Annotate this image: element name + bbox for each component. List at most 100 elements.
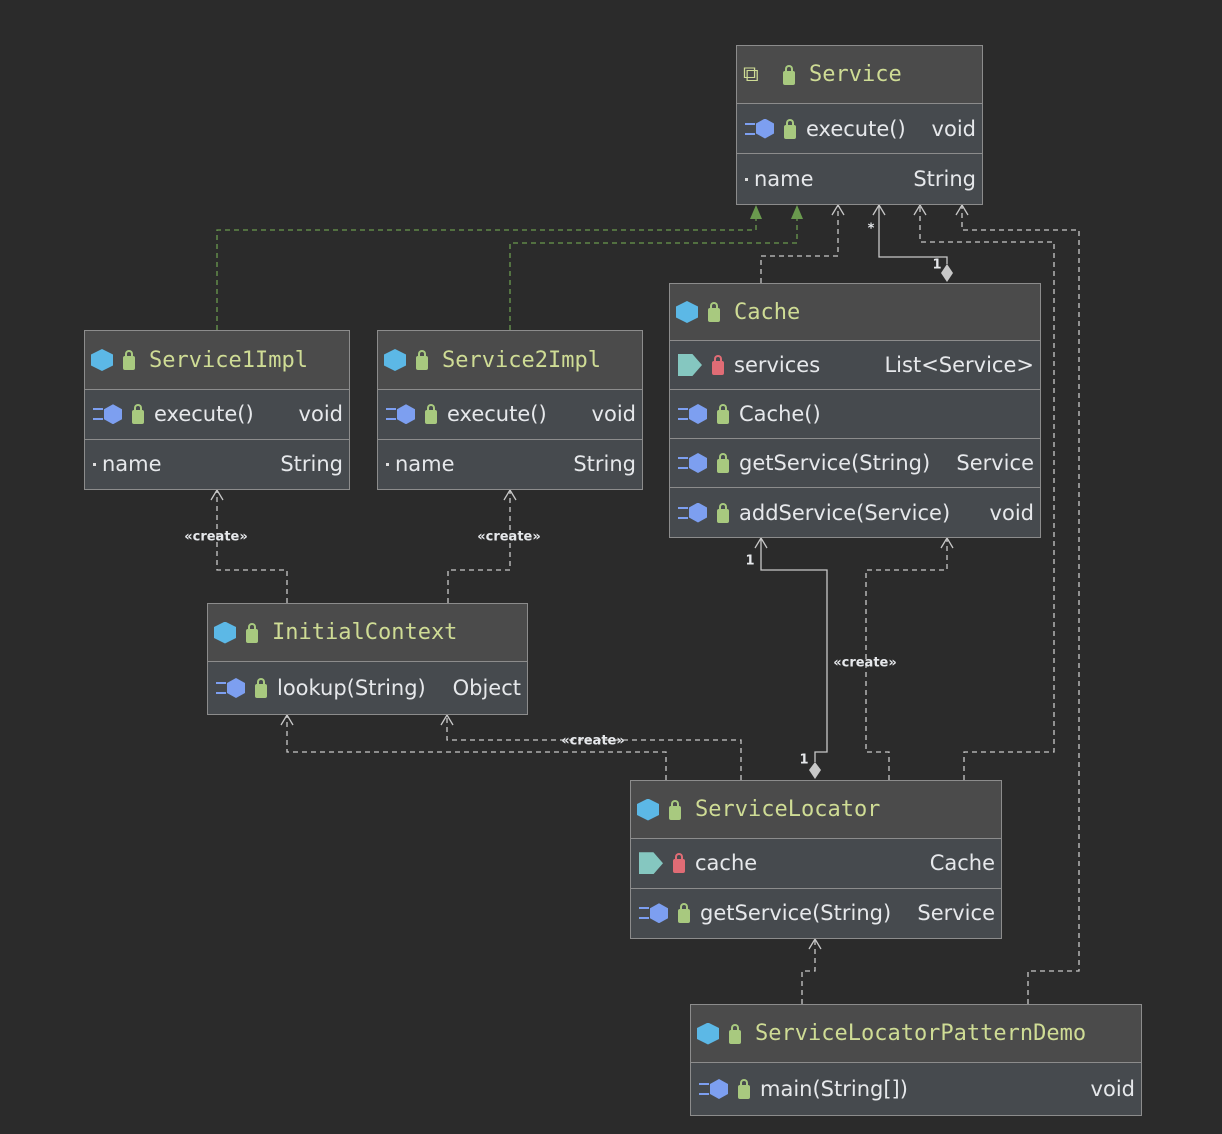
- lock-icon: [132, 404, 144, 425]
- method-icon: [689, 404, 707, 424]
- member-type: String: [280, 452, 343, 477]
- member-type: List<Service>: [884, 353, 1034, 377]
- member-name: name: [754, 167, 814, 191]
- member-name: cache: [695, 851, 758, 876]
- lock-icon: [425, 404, 437, 425]
- class-icon: [676, 301, 698, 323]
- multiplicity-label: 1: [799, 752, 809, 768]
- member-row[interactable]: lookup(String) Object: [208, 662, 527, 714]
- composition-diamond: [809, 762, 821, 779]
- lock-icon: [783, 64, 795, 85]
- class-title: ServiceLocator: [695, 797, 881, 822]
- lock-icon: [738, 1079, 750, 1099]
- edge-label-create: «create»: [833, 655, 897, 671]
- dependency-demo-servicelocator: [801, 939, 816, 1004]
- member-row[interactable]: execute() void: [378, 390, 642, 440]
- method-icon: [689, 502, 707, 523]
- class-box-service2impl[interactable]: Service2Impl execute() void name String: [377, 330, 643, 490]
- create-initialcontext-service1impl: [216, 490, 288, 603]
- class-title: Service: [809, 62, 902, 87]
- member-name: execute(): [806, 116, 906, 141]
- lock-icon: [678, 903, 690, 924]
- class-box-initialcontext[interactable]: InitialContext lookup(String) Object: [207, 603, 528, 715]
- multiplicity-label: 1: [932, 257, 942, 273]
- method-icon: [689, 453, 707, 473]
- member-row[interactable]: cache Cache: [631, 839, 1001, 889]
- class-box-servicelocator[interactable]: ServiceLocator cache Cache getService(Strin…: [630, 780, 1002, 939]
- method-lines-icon: [216, 682, 226, 694]
- class-header[interactable]: Cache: [670, 284, 1040, 341]
- member-type: void: [931, 116, 976, 141]
- composition-servicelocator-cache: [760, 538, 828, 762]
- member-name: execute(): [154, 402, 254, 427]
- private-lock-icon: [712, 355, 724, 375]
- member-name: Cache(): [739, 402, 821, 426]
- member-type: void: [298, 402, 343, 427]
- class-box-service1impl[interactable]: Service1Impl execute() void name String: [84, 330, 350, 490]
- aggregation-diamond: [941, 264, 953, 282]
- member-row[interactable]: main(String[]) void: [691, 1063, 1141, 1115]
- method-lines-icon: [639, 907, 649, 920]
- member-row[interactable]: services List<Service>: [670, 341, 1040, 390]
- lock-icon: [123, 350, 135, 370]
- method-icon: [104, 404, 122, 425]
- member-type: Cache: [929, 851, 995, 876]
- method-lines-icon: [678, 457, 688, 469]
- class-icon: [637, 798, 659, 821]
- member-row[interactable]: getService(String) Service: [670, 439, 1040, 488]
- method-icon: [397, 404, 415, 425]
- field-marker-icon: [745, 177, 748, 181]
- class-header[interactable]: InitialContext: [208, 604, 527, 662]
- method-lines-icon: [678, 506, 688, 519]
- method-icon: [710, 1079, 728, 1099]
- field-marker-icon: [93, 462, 96, 466]
- member-row[interactable]: Cache(): [670, 390, 1040, 439]
- method-icon: [650, 903, 668, 924]
- lock-icon: [246, 622, 258, 643]
- class-icon: [384, 349, 406, 371]
- private-lock-icon: [673, 853, 685, 874]
- member-name: name: [395, 452, 455, 477]
- field-icon: [678, 354, 702, 376]
- member-row[interactable]: name String: [737, 154, 982, 204]
- member-row[interactable]: getService(String) Service: [631, 889, 1001, 939]
- class-header[interactable]: Service1Impl: [85, 331, 349, 390]
- member-type: void: [591, 402, 636, 427]
- multiplicity-label: 1: [745, 553, 755, 569]
- method-lines-icon: [699, 1083, 709, 1095]
- member-row[interactable]: name String: [85, 440, 349, 490]
- member-type: void: [989, 500, 1034, 525]
- class-box-servicelocatorpatterndemo[interactable]: ServiceLocatorPatternDemo main(String[]) v…: [690, 1004, 1142, 1116]
- member-row[interactable]: execute() void: [737, 104, 982, 154]
- member-row[interactable]: name String: [378, 440, 642, 490]
- member-name: lookup(String): [277, 676, 426, 700]
- class-box-cache[interactable]: Cache services List<Service> Cache() getServ…: [669, 283, 1041, 538]
- member-row[interactable]: execute() void: [85, 390, 349, 440]
- class-box-service[interactable]: ⧉ Service execute() void name String: [736, 45, 983, 205]
- member-name: execute(): [447, 402, 547, 427]
- member-type: String: [573, 452, 636, 477]
- class-header[interactable]: ServiceLocator: [631, 781, 1001, 839]
- method-lines-icon: [93, 408, 103, 421]
- class-title: Service2Impl: [442, 347, 601, 373]
- interface-icon: ⧉: [743, 61, 759, 87]
- class-header[interactable]: ⧉ Service: [737, 46, 982, 104]
- member-name: name: [102, 452, 162, 477]
- class-title: Service1Impl: [149, 347, 308, 373]
- lock-icon: [717, 404, 729, 424]
- member-name: addService(Service): [739, 500, 951, 525]
- realization-arrowhead: [750, 205, 762, 219]
- class-icon: [91, 349, 113, 371]
- method-icon: [756, 118, 774, 139]
- lock-icon: [669, 799, 681, 820]
- class-header[interactable]: ServiceLocatorPatternDemo: [691, 1005, 1141, 1063]
- create-initialcontext-service2impl: [447, 490, 511, 603]
- edge-label-create: «create»: [561, 733, 625, 749]
- class-icon: [214, 621, 236, 644]
- class-header[interactable]: Service2Impl: [378, 331, 642, 390]
- field-icon: [639, 852, 663, 875]
- method-lines-icon: [386, 408, 396, 421]
- member-row[interactable]: addService(Service) void: [670, 488, 1040, 537]
- method-icon: [227, 678, 245, 698]
- lock-icon: [416, 350, 428, 370]
